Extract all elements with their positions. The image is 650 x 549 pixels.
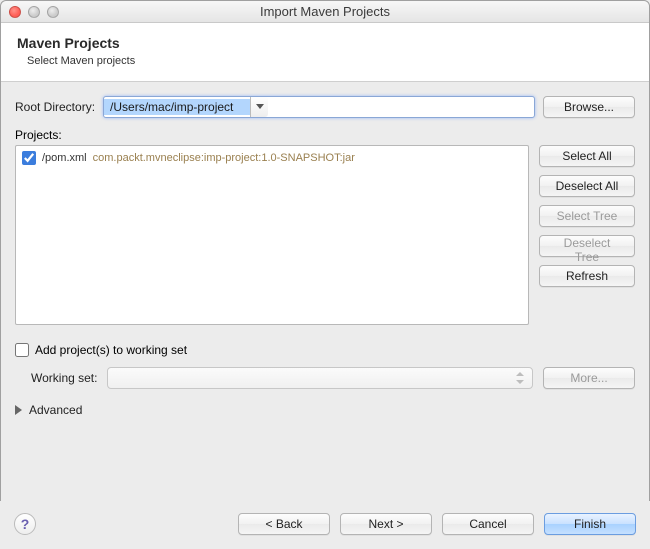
cancel-button[interactable]: Cancel xyxy=(442,513,534,535)
deselect-tree-button[interactable]: Deselect Tree xyxy=(539,235,635,257)
select-tree-button[interactable]: Select Tree xyxy=(539,205,635,227)
page-title: Maven Projects xyxy=(17,35,633,51)
browse-button[interactable]: Browse... xyxy=(543,96,635,118)
close-icon[interactable] xyxy=(9,6,21,18)
back-button[interactable]: < Back xyxy=(238,513,330,535)
root-directory-combo[interactable] xyxy=(103,96,535,118)
minimize-icon[interactable] xyxy=(28,6,40,18)
finish-button[interactable]: Finish xyxy=(544,513,636,535)
titlebar: Import Maven Projects xyxy=(1,1,649,23)
more-button[interactable]: More... xyxy=(543,367,635,389)
next-button[interactable]: Next > xyxy=(340,513,432,535)
deselect-all-button[interactable]: Deselect All xyxy=(539,175,635,197)
select-all-button[interactable]: Select All xyxy=(539,145,635,167)
add-to-working-set-row[interactable]: Add project(s) to working set xyxy=(15,343,635,357)
help-icon: ? xyxy=(21,516,30,532)
list-item[interactable]: /pom.xml com.packt.mvneclipse:imp-projec… xyxy=(22,150,522,166)
triangle-right-icon xyxy=(15,405,23,415)
root-directory-row: Root Directory: Browse... xyxy=(15,96,635,118)
add-to-working-set-label: Add project(s) to working set xyxy=(35,343,187,357)
root-directory-label: Root Directory: xyxy=(15,100,95,114)
advanced-disclosure[interactable]: Advanced xyxy=(15,403,635,417)
wizard-header: Maven Projects Select Maven projects xyxy=(1,23,649,82)
projects-label: Projects: xyxy=(15,128,635,142)
wizard-body: Root Directory: Browse... Projects: /pom… xyxy=(1,82,649,423)
working-set-select[interactable] xyxy=(107,367,533,389)
project-gav: com.packt.mvneclipse:imp-project:1.0-SNA… xyxy=(93,152,355,164)
refresh-button[interactable]: Refresh xyxy=(539,265,635,287)
window-title: Import Maven Projects xyxy=(1,4,649,19)
advanced-label: Advanced xyxy=(29,403,82,417)
stepper-icon xyxy=(516,372,524,384)
wizard-footer: ? < Back Next > Cancel Finish xyxy=(0,501,650,549)
add-to-working-set-checkbox[interactable] xyxy=(15,343,29,357)
zoom-icon[interactable] xyxy=(47,6,59,18)
page-subtitle: Select Maven projects xyxy=(17,55,633,67)
list-side-buttons: Select All Deselect All Select Tree Dese… xyxy=(539,145,635,325)
project-path: /pom.xml xyxy=(42,152,87,164)
projects-list[interactable]: /pom.xml com.packt.mvneclipse:imp-projec… xyxy=(15,145,529,325)
project-checkbox[interactable] xyxy=(22,151,36,165)
window-controls xyxy=(1,6,59,18)
chevron-down-icon[interactable] xyxy=(250,97,268,117)
help-button[interactable]: ? xyxy=(14,513,36,535)
working-set-label: Working set: xyxy=(15,371,97,385)
working-set-row: Working set: More... xyxy=(15,367,635,389)
root-directory-input[interactable] xyxy=(104,100,250,114)
